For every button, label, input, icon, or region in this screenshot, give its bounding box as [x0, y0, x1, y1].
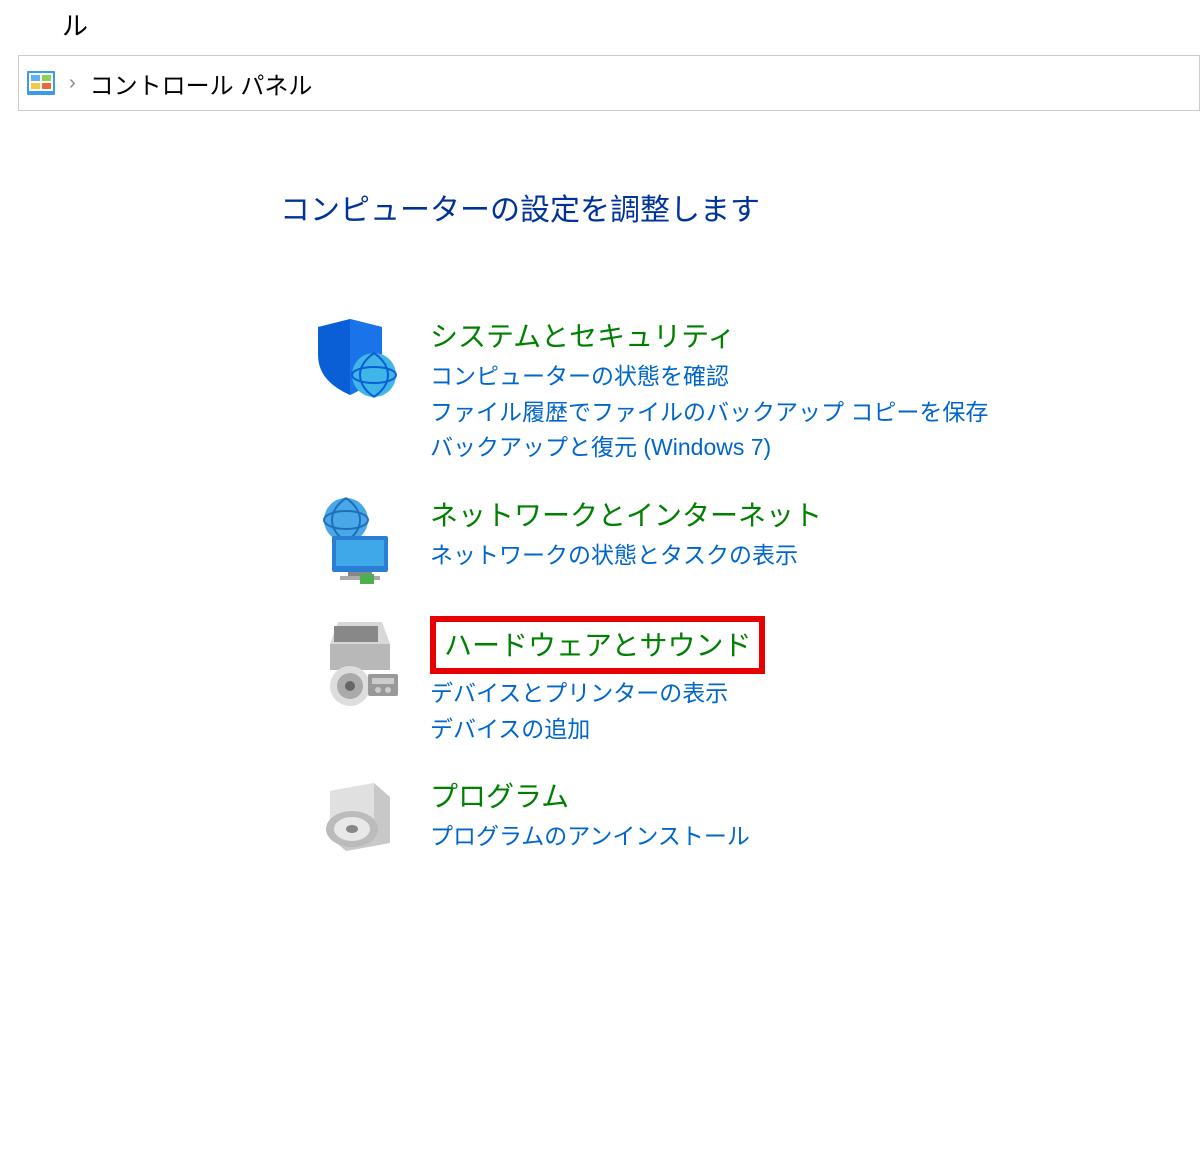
- category-link[interactable]: プログラムのアンインストール: [430, 819, 750, 855]
- category-link[interactable]: コンピューターの状態を確認: [430, 359, 988, 395]
- category-title[interactable]: ネットワークとインターネット: [430, 494, 822, 534]
- control-panel-icon: [27, 71, 55, 95]
- category-system-security: システムとセキュリティ コンピューターの状態を確認 ファイル履歴でファイルのバッ…: [310, 313, 1200, 466]
- category-link[interactable]: デバイスの追加: [430, 712, 765, 748]
- category-link[interactable]: ファイル履歴でファイルのバックアップ コピーを保存: [430, 395, 988, 431]
- category-link[interactable]: デバイスとプリンターの表示: [430, 676, 765, 712]
- page-title: コンピューターの設定を調整します: [280, 185, 1200, 229]
- network-icon: [310, 492, 406, 588]
- highlight-marker: ハードウェアとサウンド: [430, 616, 765, 674]
- category-programs: プログラム プログラムのアンインストール: [310, 773, 1200, 869]
- programs-icon: [310, 773, 406, 869]
- category-title[interactable]: ハードウェアとサウンド: [444, 624, 751, 664]
- category-network-internet: ネットワークとインターネット ネットワークの状態とタスクの表示: [310, 492, 1200, 588]
- category-link[interactable]: バックアップと復元 (Windows 7): [430, 430, 988, 466]
- category-title[interactable]: システムとセキュリティ: [430, 315, 735, 355]
- category-list: システムとセキュリティ コンピューターの状態を確認 ファイル履歴でファイルのバッ…: [280, 313, 1200, 869]
- hardware-icon: [310, 614, 406, 710]
- chevron-right-icon: ›: [69, 72, 76, 95]
- breadcrumb[interactable]: › コントロール パネル: [18, 55, 1200, 111]
- window-title-fragment: ル: [0, 0, 1200, 55]
- category-hardware-sound: ハードウェアとサウンド デバイスとプリンターの表示 デバイスの追加: [310, 614, 1200, 747]
- category-link[interactable]: ネットワークの状態とタスクの表示: [430, 538, 822, 574]
- shield-icon: [310, 313, 406, 409]
- category-title[interactable]: プログラム: [430, 775, 569, 815]
- breadcrumb-location[interactable]: コントロール パネル: [90, 66, 313, 101]
- main-content: コンピューターの設定を調整します システムとセキュリティ コンピューターの状態を…: [0, 111, 1200, 869]
